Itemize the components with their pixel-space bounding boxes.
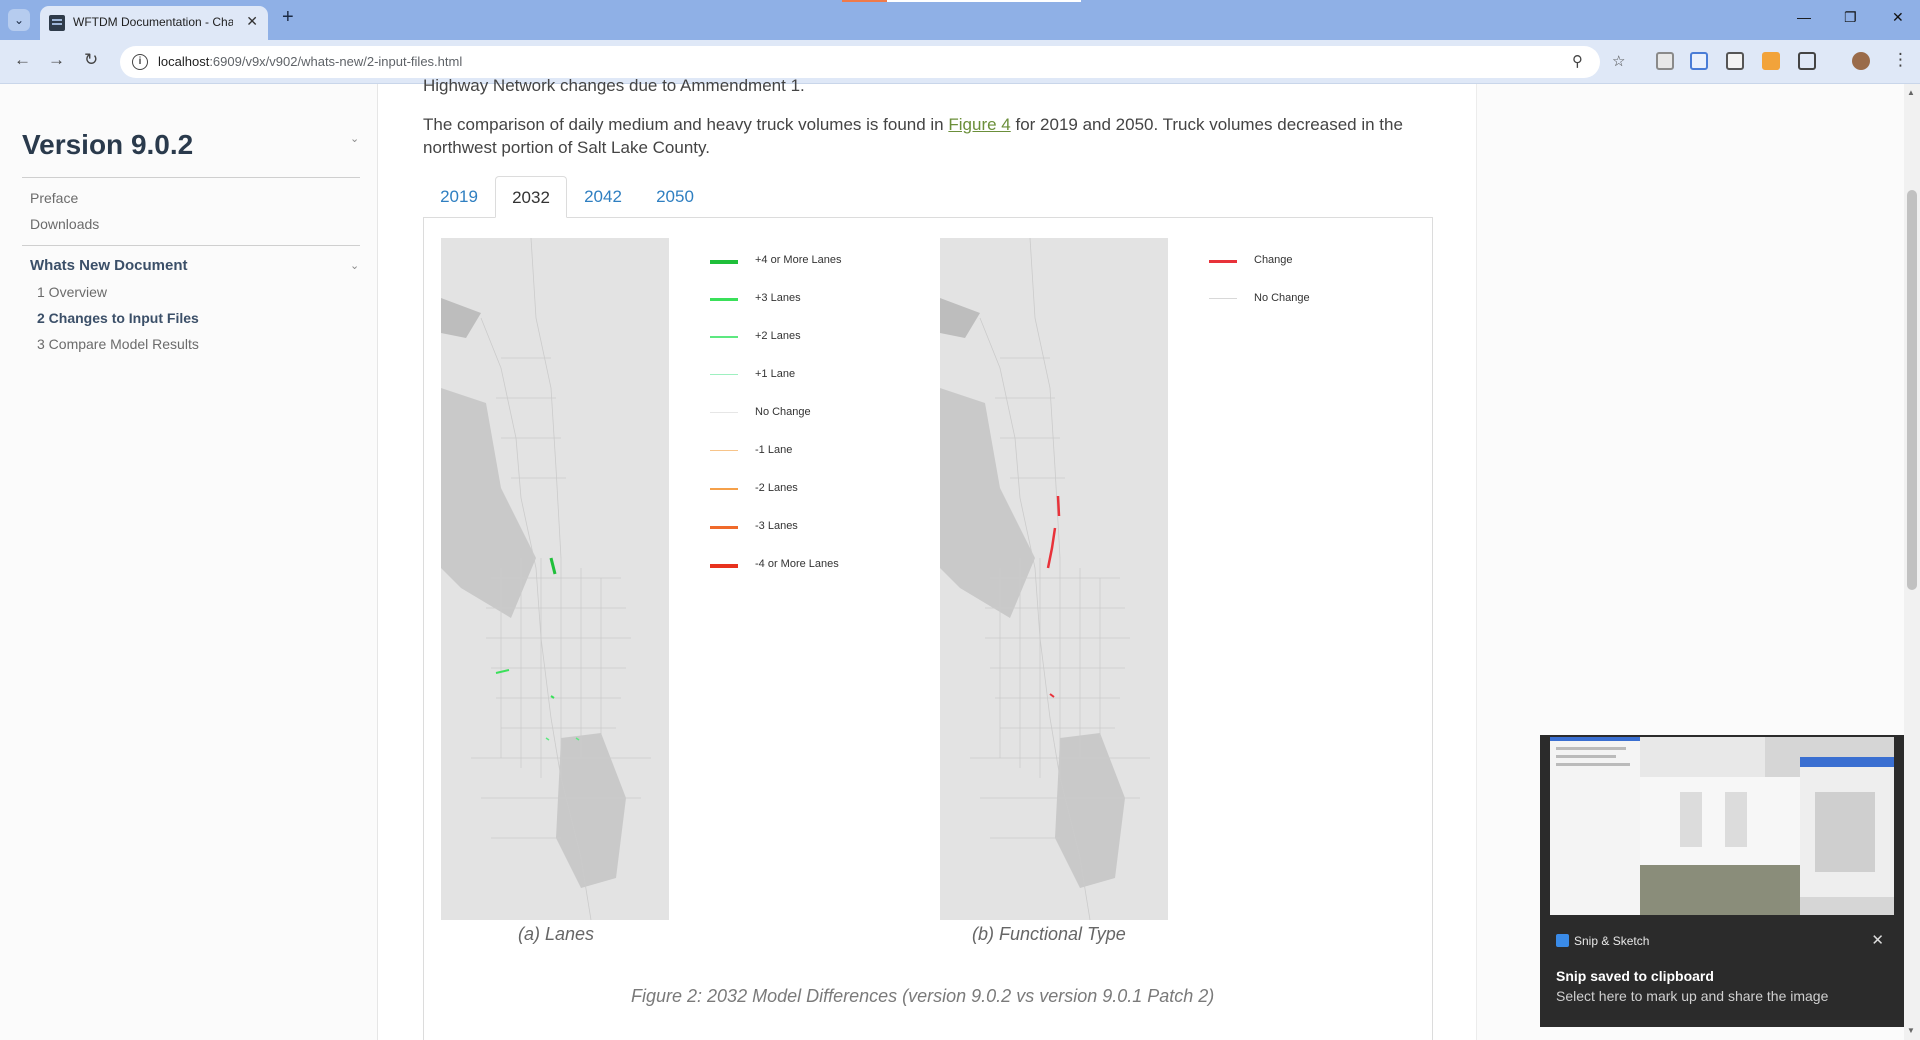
extension-calendar-icon[interactable] (1690, 52, 1708, 70)
divider (22, 245, 360, 246)
url-host: localhost (158, 54, 210, 69)
tab-2032[interactable]: 2032 (495, 176, 567, 218)
legend-swatch (1209, 298, 1237, 299)
browser-tab-active[interactable]: WFTDM Documentation - Changes to Input F… (40, 6, 268, 40)
extension-rss-icon[interactable] (1762, 52, 1780, 70)
browser-toolbar: ← → ↻ i localhost:6909/v9x/v902/whats-ne… (0, 40, 1920, 84)
caption-functional-type: (b) Functional Type (972, 924, 1126, 944)
divider (22, 177, 360, 178)
nav-item-compare-model-results[interactable]: 3 Compare Model Results (37, 336, 199, 352)
legend-label: +3 Lanes (755, 292, 801, 304)
snip-notification[interactable]: Snip & Sketch ✕ Snip saved to clipboard … (1540, 735, 1904, 1027)
nav-link-downloads[interactable]: Downloads (30, 216, 99, 232)
minimize-icon[interactable]: — (1797, 9, 1811, 25)
legend-swatch (710, 450, 738, 451)
legend-label: -1 Lane (755, 444, 793, 456)
docs-sidebar: Version 9.0.2 ⌄ Preface Downloads Whats … (0, 84, 378, 1040)
snip-preview-thumbnail[interactable] (1550, 737, 1894, 915)
legend-label: -3 Lanes (755, 520, 798, 532)
tab-2019[interactable]: 2019 (423, 176, 495, 218)
notification-subtitle: Select here to mark up and share the ima… (1556, 988, 1829, 1004)
menu-kebab-icon[interactable]: ⋮ (1892, 50, 1909, 70)
paragraph-partial: Highway Network changes due to Ammendmen… (423, 76, 805, 95)
url-text[interactable]: localhost:6909/v9x/v902/whats-new/2-inpu… (158, 54, 462, 69)
main-content: Highway Network changes due to Ammendmen… (378, 76, 1476, 1040)
chevron-down-icon[interactable]: ⌄ (350, 132, 359, 145)
bookmark-star-icon[interactable]: ☆ (1612, 52, 1625, 70)
legend-label: +1 Lane (755, 368, 796, 380)
legend-label: No Change (755, 406, 811, 418)
nav-item-overview[interactable]: 1 Overview (37, 284, 107, 300)
paragraph-text: The comparison of daily medium and heavy… (423, 115, 949, 134)
tab-2050[interactable]: 2050 (639, 176, 711, 218)
restore-icon[interactable]: ❐ (1844, 9, 1857, 26)
reload-icon[interactable]: ↻ (84, 50, 98, 70)
extension-camera-icon[interactable] (1656, 52, 1674, 70)
legend-swatch (710, 488, 738, 490)
browser-tabstrip: ⌄ WFTDM Documentation - Changes to Input… (0, 0, 1920, 40)
legend-swatch (710, 260, 738, 264)
nav-item-changes-to-input-files[interactable]: 2 Changes to Input Files (37, 310, 199, 326)
profile-avatar[interactable] (1852, 52, 1870, 70)
zoom-icon[interactable]: ⚲ (1572, 52, 1583, 70)
nav-section-whats-new[interactable]: Whats New Document (30, 257, 188, 274)
map-lanes (441, 238, 669, 920)
figure-caption: Figure 2: 2032 Model Differences (versio… (631, 986, 1215, 1006)
legend-swatch (1209, 260, 1237, 263)
legend-swatch (710, 526, 738, 529)
version-title: Version 9.0.2 (22, 129, 194, 160)
tab-2042[interactable]: 2042 (567, 176, 639, 218)
address-bar[interactable]: i localhost:6909/v9x/v902/whats-new/2-in… (120, 46, 1625, 78)
extensions-puzzle-icon[interactable] (1798, 52, 1816, 70)
tab-title: WFTDM Documentation - Changes to Input F… (73, 15, 233, 29)
map-functional-type-graphic (940, 238, 1168, 920)
map-functional-type (940, 238, 1168, 920)
tab-search-button[interactable]: ⌄ (8, 9, 30, 31)
legend-swatch (710, 564, 738, 568)
url-path: :6909/v9x/v902/whats-new/2-input-files.h… (209, 54, 463, 69)
extension-image-icon[interactable] (1726, 52, 1744, 70)
window-strip-highlight (887, 0, 1081, 2)
scrollbar-thumb[interactable] (1907, 190, 1917, 590)
new-tab-button[interactable]: + (282, 6, 294, 29)
figure-4-link[interactable]: Figure 4 (948, 115, 1010, 134)
legend-label: No Change (1254, 292, 1310, 304)
legend-swatch (710, 336, 738, 338)
notification-app-name: Snip & Sketch (1574, 934, 1650, 948)
tab-panel-2032: +4 or More Lanes +3 Lanes +2 Lanes +1 La… (423, 217, 1433, 1040)
back-arrow-icon[interactable]: ← (14, 50, 31, 70)
site-info-icon[interactable]: i (132, 54, 148, 70)
legend-swatch (710, 298, 738, 301)
legend-label: -2 Lanes (755, 482, 798, 494)
site-favicon-icon (49, 15, 65, 31)
snip-sketch-app-icon (1556, 934, 1569, 947)
chevron-down-icon[interactable]: ⌄ (350, 259, 359, 272)
map-lanes-graphic (441, 238, 669, 920)
legend-swatch (710, 374, 738, 375)
snip-preview-graphic (1550, 737, 1894, 915)
legend-label: -4 or More Lanes (755, 558, 839, 570)
close-notification-icon[interactable]: ✕ (1871, 931, 1884, 949)
close-window-icon[interactable]: ✕ (1892, 9, 1904, 26)
legend-label: Change (1254, 254, 1293, 266)
legend-label: +4 or More Lanes (755, 254, 842, 266)
legend-swatch (710, 412, 738, 413)
legend-label: +2 Lanes (755, 330, 801, 342)
scroll-down-arrow-icon[interactable]: ▼ (1907, 1026, 1915, 1035)
scroll-up-arrow-icon[interactable]: ▲ (1907, 88, 1915, 97)
notification-title: Snip saved to clipboard (1556, 968, 1714, 984)
caption-lanes: (a) Lanes (518, 924, 595, 944)
close-tab-icon[interactable]: ✕ (246, 13, 258, 30)
nav-link-preface[interactable]: Preface (30, 190, 78, 206)
paragraph: The comparison of daily medium and heavy… (423, 113, 1433, 159)
forward-arrow-icon[interactable]: → (48, 50, 65, 70)
window-strip-accent (842, 0, 887, 2)
